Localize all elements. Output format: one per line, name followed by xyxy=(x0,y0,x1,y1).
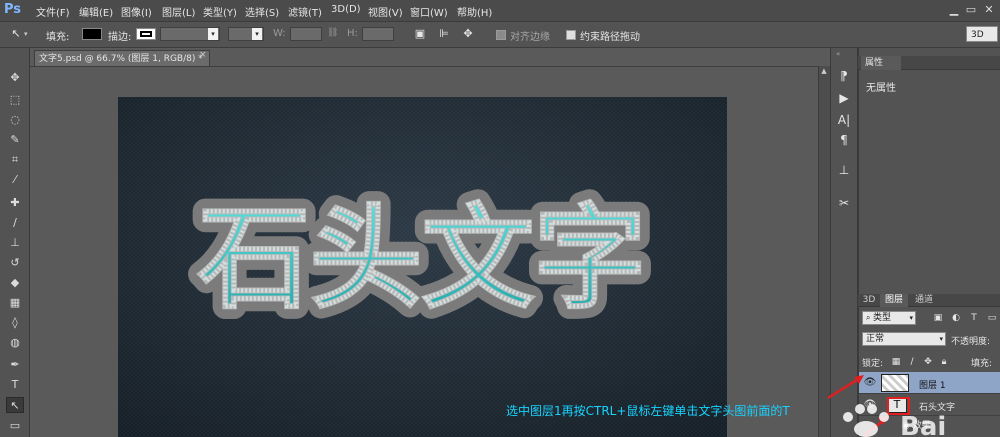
tab-3d[interactable]: 3D xyxy=(860,294,878,307)
character-panel-icon[interactable]: A| xyxy=(836,112,852,128)
menu-help[interactable]: 帮助(H) xyxy=(457,4,492,19)
instruction-caption: 选中图层1再按CTRL+鼠标左键单击文字头图前面的T xyxy=(506,404,790,418)
menu-select[interactable]: 选择(S) xyxy=(245,4,279,19)
tab-layers[interactable]: 图层 xyxy=(880,294,908,307)
watermark-text: Bai xyxy=(900,412,946,437)
align-edges-checkbox[interactable] xyxy=(496,30,506,40)
lock-position-icon[interactable]: ✥ xyxy=(922,356,934,368)
properties-content: 无属性 xyxy=(866,83,896,94)
menu-image[interactable]: 图像(I) xyxy=(121,4,152,19)
height-label: H: xyxy=(347,28,358,39)
lock-image-icon[interactable]: ∕ xyxy=(906,356,918,368)
menu-layer[interactable]: 图层(L) xyxy=(162,4,195,19)
fill-label: 填充: xyxy=(971,359,993,369)
type-filter-icon[interactable]: T xyxy=(968,312,980,324)
crop-tool-icon[interactable]: ⌗ xyxy=(6,152,24,168)
path-alignment-icon[interactable]: ⊫ xyxy=(436,26,452,42)
stroke-type-dropdown[interactable]: ▾ xyxy=(228,27,264,41)
workspace-switcher[interactable]: 3D xyxy=(966,26,998,42)
collapse-dock-icon[interactable]: « xyxy=(836,50,840,58)
clone-stamp-tool-icon[interactable]: ⊥ xyxy=(6,235,24,251)
rectangle-tool-icon[interactable]: ▭ xyxy=(6,418,24,434)
eyedropper-tool-icon[interactable]: ⁄ xyxy=(6,172,24,188)
shape-filter-icon[interactable]: ▭ xyxy=(986,312,998,324)
close-icon[interactable]: ✕ xyxy=(982,3,996,17)
blend-mode-label: 正常 xyxy=(866,334,885,344)
close-tab-icon[interactable]: × xyxy=(199,50,207,60)
height-input[interactable] xyxy=(362,27,394,41)
paragraph-panel-icon[interactable]: ¶ xyxy=(836,132,852,148)
marquee-tool-icon[interactable]: ⬚ xyxy=(6,92,24,108)
layer-filter-dropdown[interactable]: ⌕ 类型 ▾ xyxy=(862,311,916,325)
constrain-path-checkbox[interactable] xyxy=(566,30,576,40)
history-brush-tool-icon[interactable]: ↺ xyxy=(6,255,24,271)
app-logo: Ps xyxy=(4,2,22,17)
scroll-up-icon[interactable]: ▲ xyxy=(819,66,829,76)
canvas-artwork: 石头文字 石头文字 石头文字 石头文字 xyxy=(118,97,727,437)
clone-source-panel-icon[interactable]: ⊥ xyxy=(836,162,852,178)
brush-tool-icon[interactable]: ∕ xyxy=(6,215,24,231)
fill-swatch[interactable] xyxy=(82,28,102,40)
width-input[interactable] xyxy=(290,27,322,41)
actions-panel-icon[interactable]: ▶ xyxy=(836,90,852,106)
menu-3d[interactable]: 3D(D) xyxy=(331,4,361,15)
align-edges-label: 对齐边缘 xyxy=(510,32,550,43)
layer-name[interactable]: 图层 1 xyxy=(919,378,946,391)
tab-channels[interactable]: 通道 xyxy=(910,294,938,307)
link-icon[interactable]: ⛓ xyxy=(327,28,338,38)
tool-preset-arrow-icon[interactable]: ▾ xyxy=(24,30,28,38)
path-operations-icon[interactable]: ▣ xyxy=(412,26,428,42)
layer-filter-label: 类型 xyxy=(873,313,892,323)
text-stitch: 石头文字 xyxy=(198,194,646,324)
opacity-label: 不透明度: xyxy=(951,337,991,347)
type-tool-icon[interactable]: T xyxy=(6,377,24,393)
eraser-tool-icon[interactable]: ◆ xyxy=(6,275,24,291)
adjustment-filter-icon[interactable]: ◐ xyxy=(950,312,962,324)
canvas[interactable]: 石头文字 石头文字 石头文字 石头文字 xyxy=(118,97,727,437)
lock-all-icon[interactable]: 🔒︎ xyxy=(938,356,950,368)
menu-file[interactable]: 文件(F) xyxy=(36,4,70,19)
path-selection-tool-icon[interactable]: ↖ xyxy=(6,397,24,413)
gradient-tool-icon[interactable]: ▦ xyxy=(6,295,24,311)
width-label: W: xyxy=(273,28,286,39)
healing-brush-tool-icon[interactable]: ✚ xyxy=(6,195,24,211)
tab-properties[interactable]: 属性 xyxy=(861,56,901,70)
blur-tool-icon[interactable]: ◊ xyxy=(6,315,24,331)
constrain-path-label: 约束路径拖动 xyxy=(580,32,640,43)
lasso-tool-icon[interactable]: ◌ xyxy=(6,112,24,128)
move-tool-icon[interactable]: ✥ xyxy=(6,70,24,86)
stroke-width-dropdown[interactable]: ▾ xyxy=(160,27,220,41)
quick-select-tool-icon[interactable]: ✎ xyxy=(6,132,24,148)
path-arrangement-icon[interactable]: ✥ xyxy=(460,26,476,42)
history-panel-icon[interactable]: ⁋ xyxy=(836,68,852,84)
menu-filter[interactable]: 滤镜(T) xyxy=(288,4,322,19)
fill-label: 填充: xyxy=(46,32,70,43)
menu-window[interactable]: 窗口(W) xyxy=(410,4,448,19)
menu-view[interactable]: 视图(V) xyxy=(368,4,403,19)
dodge-tool-icon[interactable]: ◍ xyxy=(6,335,24,351)
blend-mode-dropdown[interactable]: 正常 ▾ xyxy=(862,332,946,346)
baidu-watermark-logo: Bai xyxy=(843,404,946,437)
document-tab[interactable]: 文字5.psd @ 66.7% (图层 1, RGB/8) * xyxy=(34,50,210,66)
stroke-swatch[interactable] xyxy=(136,28,156,40)
menu-type[interactable]: 类型(Y) xyxy=(203,4,237,19)
path-select-tool-icon[interactable]: ↖ xyxy=(8,26,24,42)
menu-edit[interactable]: 编辑(E) xyxy=(79,4,113,19)
pixel-filter-icon[interactable]: ▣ xyxy=(932,312,944,324)
minimize-icon[interactable]: ▁ xyxy=(947,3,961,17)
tool-presets-panel-icon[interactable]: ✂ xyxy=(836,195,852,211)
stroke-label: 描边: xyxy=(108,32,132,43)
maximize-icon[interactable]: ▭ xyxy=(964,3,978,17)
pen-tool-icon[interactable]: ✒ xyxy=(6,357,24,373)
